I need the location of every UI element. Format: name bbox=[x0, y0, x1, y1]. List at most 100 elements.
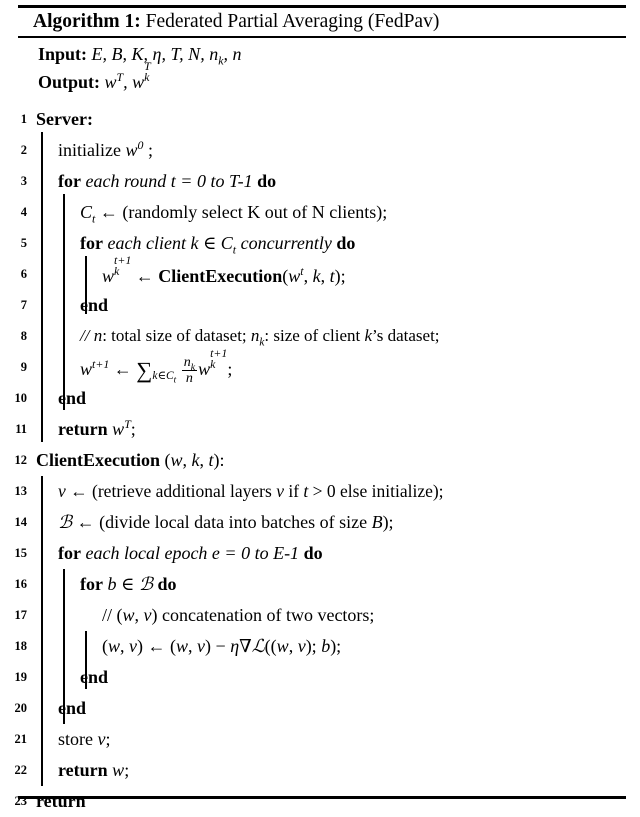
call-client-execution: ClientExecution bbox=[158, 265, 283, 286]
keyword-for: for bbox=[80, 574, 103, 594]
algorithm-body: 1 Server: 2 initialize w0 ; 3 for each r… bbox=[0, 104, 640, 817]
line-number: 2 bbox=[20, 143, 27, 157]
line-content: end bbox=[58, 385, 86, 411]
output-line: Output: wT, wTk bbox=[38, 59, 241, 95]
line-content: return bbox=[36, 788, 86, 814]
line-content: v ← (retrieve additional layers v if t >… bbox=[58, 481, 444, 501]
algorithm-line: 21 store v; bbox=[0, 724, 640, 755]
keyword-for: for bbox=[80, 233, 103, 253]
line-number: 12 bbox=[14, 453, 28, 467]
line-content: end bbox=[80, 664, 108, 690]
keyword-return: return bbox=[58, 419, 108, 439]
algorithm-line: 1 Server: bbox=[0, 104, 640, 135]
keyword-do: do bbox=[157, 574, 177, 594]
algorithm-line: 23 return bbox=[0, 786, 640, 817]
for-condition-2: concurrently bbox=[240, 233, 332, 253]
line-number: 11 bbox=[15, 422, 27, 436]
line-content: Server: bbox=[36, 106, 93, 132]
line-number: 9 bbox=[20, 360, 27, 374]
algorithm-line: 8 // n: total size of dataset; nk: size … bbox=[0, 321, 640, 352]
line-content: end bbox=[80, 292, 108, 318]
line-number: 7 bbox=[20, 298, 27, 312]
algorithm-line: 18 (w, v) ← (w, v) − η∇ℒ((w, v); b); bbox=[0, 631, 640, 662]
algorithm-line: 2 initialize w0 ; bbox=[0, 135, 640, 166]
line-number: 16 bbox=[14, 577, 28, 591]
caption-label: Algorithm 1: bbox=[33, 11, 141, 32]
io-block: Input: E, B, K, η, T, N, nk, n Output: w… bbox=[38, 42, 241, 95]
line-content: for each local epoch e = 0 to E-1 do bbox=[58, 540, 323, 566]
algorithm-line: 7 end bbox=[0, 290, 640, 321]
for-condition: each round t = 0 to T-1 bbox=[85, 171, 253, 191]
line-number: 8 bbox=[20, 329, 27, 343]
line-content: Ct ← (randomly select K out of N clients… bbox=[80, 202, 388, 226]
text-initialize: initialize bbox=[58, 140, 121, 160]
algorithm-line: 9 wt+1 ← ∑k∈Ct nk n w t+1 k; bbox=[0, 347, 640, 386]
input-line: Input: E, B, K, η, T, N, nk, n bbox=[38, 42, 241, 67]
keyword-return: return bbox=[36, 791, 86, 811]
line-number: 5 bbox=[20, 236, 27, 250]
algorithm-line: 10 end bbox=[0, 383, 640, 414]
keyword-do: do bbox=[303, 543, 323, 563]
line-number: 19 bbox=[14, 670, 28, 684]
line-number: 17 bbox=[14, 608, 28, 622]
algorithm-caption: Algorithm 1: Federated Partial Averaging… bbox=[33, 9, 439, 35]
line-number: 21 bbox=[14, 732, 28, 746]
text-store: store bbox=[58, 729, 93, 749]
for-variable: b bbox=[107, 574, 117, 594]
line-number: 1 bbox=[20, 112, 27, 126]
algorithm-line: 6 w t+1 k ← ClientExecution(wt, k, t); bbox=[0, 253, 640, 290]
line-content: for b ∈ ℬ do bbox=[80, 574, 177, 594]
line-content: return w; bbox=[58, 760, 130, 780]
keyword-server: Server: bbox=[36, 109, 93, 129]
keyword-end: end bbox=[58, 698, 87, 718]
keyword-end: end bbox=[80, 295, 109, 315]
line-number: 13 bbox=[14, 484, 28, 498]
line-number: 4 bbox=[20, 205, 27, 219]
input-label: Input: bbox=[38, 44, 88, 64]
line-number: 15 bbox=[14, 546, 28, 560]
algorithm-line: 13 v ← (retrieve additional layers v if … bbox=[0, 476, 640, 507]
caption-title: Federated Partial Averaging (FedPav) bbox=[145, 11, 440, 32]
assign-text: (randomly select K out of N clients); bbox=[122, 202, 388, 222]
line-content: end bbox=[58, 695, 86, 721]
line-content: ClientExecution (w, k, t): bbox=[36, 450, 225, 470]
caption-rule bbox=[18, 36, 626, 38]
algorithm-figure: Algorithm 1: Federated Partial Averaging… bbox=[0, 0, 640, 811]
line-number: 22 bbox=[14, 763, 28, 777]
line-content: store v; bbox=[58, 729, 111, 749]
output-label: Output: bbox=[38, 71, 101, 92]
line-content: // n: total size of dataset; nk: size of… bbox=[80, 326, 440, 349]
line-content: w t+1 k ← ClientExecution(wt, k, t); bbox=[102, 253, 346, 286]
top-rule bbox=[18, 5, 626, 8]
algorithm-line: 17 // (w, v) concatenation of two vector… bbox=[0, 600, 640, 631]
algorithm-line: 19 end bbox=[0, 662, 640, 693]
keyword-for: for bbox=[58, 543, 81, 563]
input-value: E, B, K, η, T, N, nk, n bbox=[91, 44, 242, 68]
line-content: ℬ ← (divide local data into batches of s… bbox=[58, 512, 394, 532]
algorithm-line: 3 for each round t = 0 to T-1 do bbox=[0, 166, 640, 197]
line-content: // (w, v) concatenation of two vectors; bbox=[102, 605, 375, 625]
keyword-for: for bbox=[58, 171, 81, 191]
algorithm-line: 14 ℬ ← (divide local data into batches o… bbox=[0, 507, 640, 538]
line-content: (w, v) ← (w, v) − η∇ℒ((w, v); b); bbox=[102, 636, 342, 656]
keyword-do: do bbox=[257, 171, 277, 191]
algorithm-line: 5 for each client k ∈ Ct concurrently do bbox=[0, 228, 640, 259]
keyword-end: end bbox=[58, 388, 87, 408]
for-condition: each client k bbox=[107, 233, 199, 253]
algorithm-line: 16 for b ∈ ℬ do bbox=[0, 569, 640, 600]
line-number: 14 bbox=[14, 515, 28, 529]
algorithm-line: 4 Ct ← (randomly select K out of N clien… bbox=[0, 197, 640, 228]
keyword-return: return bbox=[58, 760, 108, 780]
line-content: return wT; bbox=[58, 417, 136, 439]
output-value: wT, wTk bbox=[104, 59, 151, 92]
line-number: 20 bbox=[14, 701, 28, 715]
line-content: initialize w0 ; bbox=[58, 138, 153, 160]
algorithm-line: 20 end bbox=[0, 693, 640, 724]
for-condition: each local epoch e = 0 to E-1 bbox=[85, 543, 300, 563]
line-number: 3 bbox=[20, 174, 27, 188]
line-content: for each round t = 0 to T-1 do bbox=[58, 168, 276, 194]
keyword-end: end bbox=[80, 667, 109, 687]
weight-fraction: nk n bbox=[181, 353, 198, 386]
bottom-rule bbox=[18, 796, 626, 799]
line-number: 18 bbox=[14, 639, 28, 653]
